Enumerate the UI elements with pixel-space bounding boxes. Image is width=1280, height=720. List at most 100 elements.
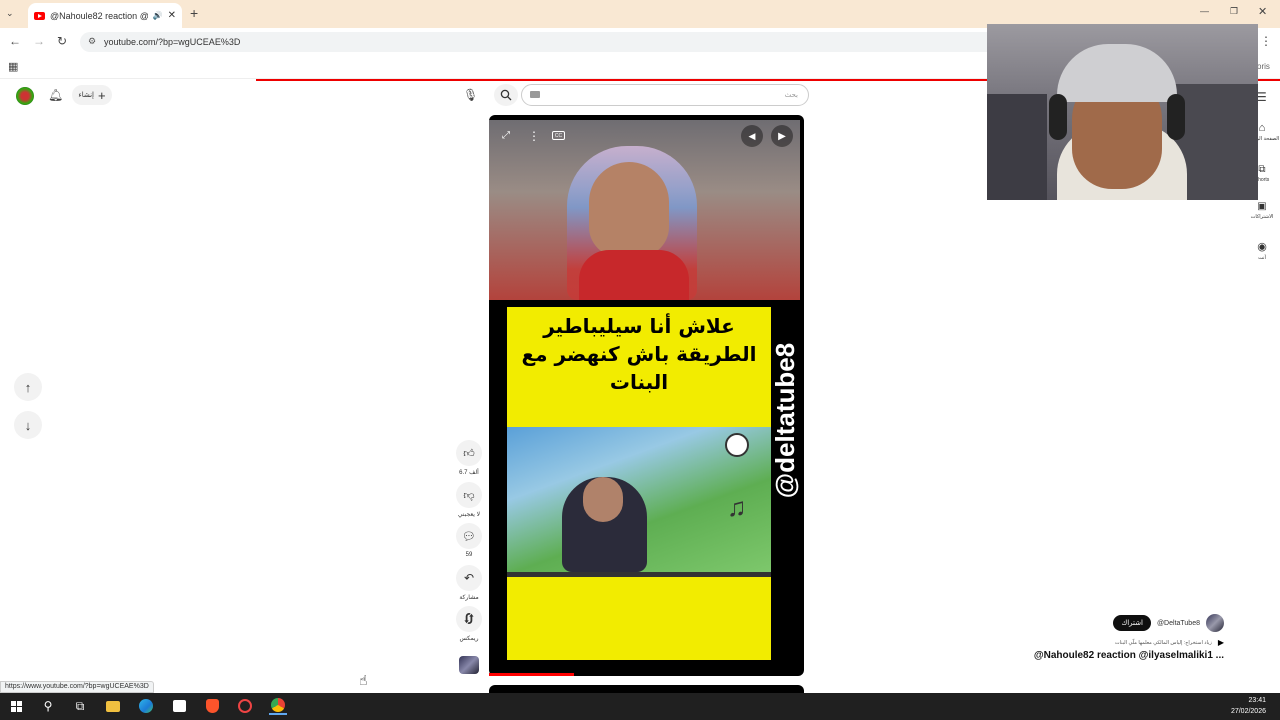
dislike-button[interactable]: 👎︎ (456, 482, 482, 508)
create-button[interactable]: إنشاء + (72, 85, 112, 105)
shorts-icon: ⧉ (1258, 164, 1266, 175)
search-icon: ⚲ (43, 699, 53, 713)
share-action[interactable]: ↶ مشاركة (455, 565, 483, 601)
play-icon: ▶ (778, 130, 786, 142)
comments-button[interactable]: 💬︎ (456, 523, 482, 549)
site-info-icon[interactable]: ⚙ (88, 36, 96, 47)
tab-list-chevron-icon[interactable]: ⌄ (6, 8, 14, 19)
taskbar-file-explorer[interactable] (104, 697, 122, 715)
next-short-button[interactable]: ↓ (14, 411, 42, 439)
dislike-action[interactable]: 👎︎ لا يعجبني (455, 482, 483, 518)
back-icon[interactable]: ← (9, 34, 21, 48)
remix-button[interactable]: 🔄︎ (456, 606, 482, 632)
task-view-button[interactable]: ⧉ (71, 697, 89, 715)
channel-name[interactable]: @DeltaTube8 (1157, 620, 1200, 627)
browser-tab-active[interactable]: @Nahoule82 reaction @ilyas 🔊 ✕ (28, 3, 182, 28)
embedded-clip-frame: ♫ (507, 427, 771, 577)
microphone-icon[interactable]: 🎙︎ (463, 88, 478, 102)
clock-date: 27/02/2026 (1230, 708, 1266, 715)
webcam-overlay (987, 24, 1258, 200)
you-icon: ◉ (1257, 241, 1267, 253)
avatar[interactable] (16, 87, 34, 105)
mute-button[interactable]: ◀︎ (741, 125, 763, 147)
keyboard-icon[interactable] (530, 91, 540, 98)
taskbar-clock[interactable]: 23:41 27/02/2026 (1231, 695, 1266, 717)
volume-icon: ◀︎ (748, 130, 756, 141)
thumbs-up-icon: 👍︎ (463, 447, 475, 460)
cap-shape (1057, 44, 1177, 102)
sidebar-subscriptions-label: الاشتراكات (1250, 214, 1274, 220)
like-button[interactable]: 👍︎ (456, 440, 482, 466)
start-button[interactable] (7, 697, 25, 715)
tab-close-icon[interactable]: ✕ (168, 10, 176, 21)
sidebar-item-subscriptions[interactable]: ▣ الاشتراكات (1250, 201, 1274, 220)
windows-logo-icon (10, 700, 22, 712)
sound-thumbnail[interactable] (459, 656, 479, 674)
share-label: مشاركة (459, 595, 479, 601)
video-progress-bar[interactable] (489, 673, 574, 676)
record-icon (238, 699, 252, 713)
taskbar-chrome[interactable] (269, 697, 287, 715)
taskbar-search-button[interactable]: ⚲ (39, 697, 57, 715)
clip-logo-icon (725, 433, 749, 457)
forward-icon[interactable]: → (33, 34, 45, 48)
apps-grid-icon[interactable]: ▦ (8, 60, 18, 73)
share-icon: ↶ (463, 571, 475, 585)
edge-icon (139, 699, 153, 713)
caption-line-3: البنات (609, 370, 669, 394)
taskbar-edge[interactable] (137, 697, 155, 715)
person-face-shape (583, 477, 623, 522)
new-tab-button[interactable]: + (190, 5, 198, 21)
restore-icon[interactable]: ❐ (1230, 6, 1238, 17)
brave-icon (205, 699, 219, 713)
create-label: إنشاء (78, 92, 94, 99)
reload-icon[interactable]: ↻ (57, 34, 67, 48)
bookmark-item[interactable]: oris (1257, 62, 1270, 71)
taskbar-brave[interactable] (203, 697, 221, 715)
share-button[interactable]: ↶ (456, 565, 482, 591)
play-button[interactable]: ▶ (771, 125, 793, 147)
watermark-text: @deltatube8 (770, 342, 801, 498)
minimize-icon[interactable]: — (1200, 6, 1209, 16)
video-more-icon[interactable]: ⋮ (528, 129, 540, 143)
search-input[interactable]: بحث (521, 84, 809, 106)
channel-watermark: @deltatube8 (768, 335, 804, 505)
browser-menu-icon[interactable]: ⋮ (1260, 34, 1272, 48)
taskbar-store[interactable] (170, 697, 188, 715)
sidebar-item-you[interactable]: ◉ أنت (1250, 240, 1274, 261)
previous-short-button[interactable]: ↑ (14, 373, 42, 401)
search-button[interactable] (494, 84, 518, 106)
notifications-bell-icon[interactable]: 🔔︎ (48, 88, 63, 102)
red-shirt-shape (579, 250, 689, 300)
comment-icon: 💬︎ (462, 530, 476, 543)
sofa-left-shape (987, 94, 1047, 200)
arrow-up-icon: ↑ (24, 379, 32, 395)
bottom-yellow-panel (507, 577, 771, 660)
taskbar-recording-app[interactable] (236, 697, 254, 715)
sidebar-you-label: أنت (1258, 255, 1266, 261)
clock-time: 23:41 (1248, 697, 1266, 704)
status-url-text: https://www.youtube.com/?bp=wgUCEAE%3D (5, 683, 149, 690)
close-window-icon[interactable]: ✕ (1258, 5, 1267, 18)
youtube-favicon-icon (34, 11, 45, 20)
caption-line-2: الطريقة باش كنهضر مع (521, 342, 757, 366)
short-title[interactable]: @Nahoule82 reaction @ilyaselmaliki1 ... (1034, 650, 1224, 661)
headphone-left-shape (1049, 94, 1067, 140)
like-action[interactable]: 👍︎ 6.7 ألف (455, 440, 483, 476)
channel-avatar[interactable] (1206, 614, 1224, 632)
remix-icon: 🔄︎ (462, 611, 475, 626)
chrome-icon (271, 698, 285, 712)
subscribe-button[interactable]: اشتراك (1113, 615, 1151, 631)
folder-icon (106, 700, 120, 712)
fullscreen-icon[interactable]: ⤢ (502, 130, 510, 141)
audio-text[interactable]: زياد استخراج: إلياس المالكي معلمها ملّي … (1115, 640, 1212, 646)
home-icon: ⌂ (1258, 122, 1266, 134)
comments-action[interactable]: 💬︎ 59 (455, 523, 483, 558)
captions-icon[interactable]: CC (552, 131, 565, 140)
caption-line-1: علاش أنا سيليباطير (543, 314, 735, 338)
audio-play-icon[interactable]: ▶ (1218, 638, 1224, 647)
headphone-right-shape (1167, 94, 1185, 140)
windows-taskbar (0, 693, 1280, 720)
dislike-label: لا يعجبني (457, 512, 481, 518)
remix-action[interactable]: 🔄︎ ريمكس (455, 606, 483, 642)
